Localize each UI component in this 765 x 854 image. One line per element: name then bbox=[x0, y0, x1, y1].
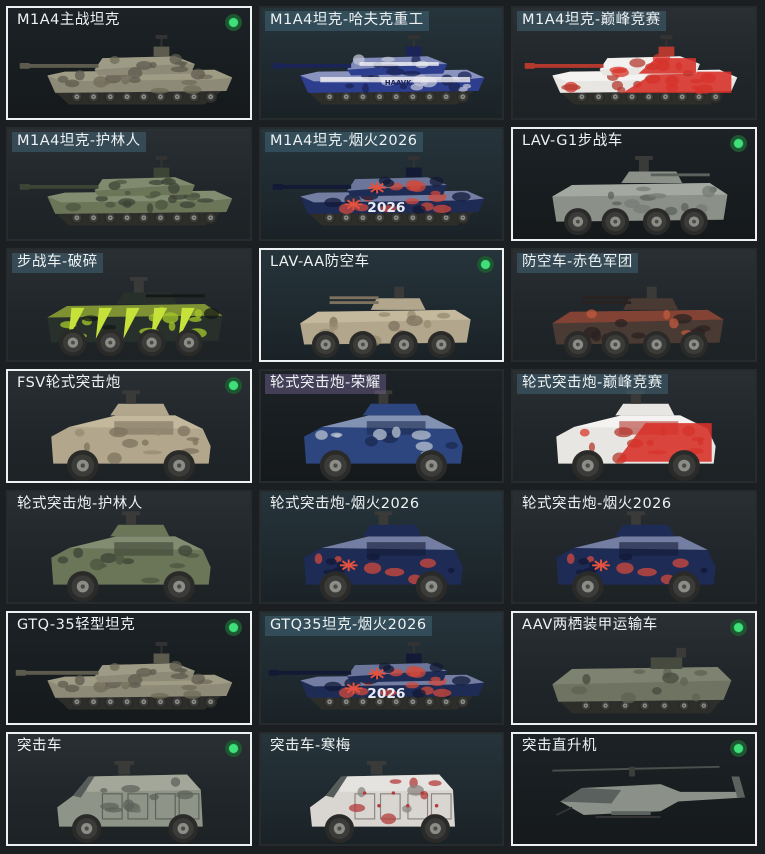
vehicle-name: M1A4主战坦克 bbox=[17, 12, 120, 28]
vehicle-name: M1A4坦克-巅峰竞赛 bbox=[517, 11, 666, 31]
owned-status-icon bbox=[730, 135, 747, 152]
vehicle-card[interactable]: 轮式突击炮-烟火2026 bbox=[259, 490, 504, 604]
vehicle-card[interactable]: 轮式突击炮-护林人 bbox=[6, 490, 252, 604]
vehicle-name: AAV两栖装甲运输车 bbox=[522, 617, 658, 633]
owned-status-icon bbox=[225, 619, 242, 636]
owned-status-icon bbox=[730, 740, 747, 757]
vehicle-card[interactable]: 2026 M1A4坦克-烟火2026 bbox=[259, 127, 504, 241]
vehicle-name: 轮式突击炮-荣耀 bbox=[265, 374, 386, 394]
vehicle-card[interactable]: M1A4坦克-巅峰竞赛 bbox=[511, 6, 757, 120]
vehicle-name: 轮式突击炮-烟火2026 bbox=[270, 496, 420, 512]
vehicle-card[interactable]: LAV-AA防空车 bbox=[259, 248, 504, 362]
vehicle-card[interactable]: 突击直升机 bbox=[511, 732, 757, 846]
vehicle-name: FSV轮式突击炮 bbox=[17, 375, 121, 391]
vehicle-name: 突击直升机 bbox=[522, 738, 597, 754]
vehicle-card[interactable]: 防空车-赤色军团 bbox=[511, 248, 757, 362]
vehicle-card[interactable]: 轮式突击炮-巅峰竞赛 bbox=[511, 369, 757, 483]
vehicle-card[interactable]: FSV轮式突击炮 bbox=[6, 369, 252, 483]
vehicle-card[interactable]: GTQ-35轻型坦克 bbox=[6, 611, 252, 725]
owned-status-icon bbox=[477, 256, 494, 273]
vehicle-name: LAV-G1步战车 bbox=[522, 133, 623, 149]
vehicle-name: GTQ35坦克-烟火2026 bbox=[265, 616, 432, 636]
vehicle-name: 轮式突击炮-巅峰竞赛 bbox=[517, 374, 668, 394]
vehicle-card[interactable]: M1A4坦克-护林人 bbox=[6, 127, 252, 241]
vehicle-card[interactable]: LAV-G1步战车 bbox=[511, 127, 757, 241]
vehicle-card[interactable]: 2026 GTQ35坦克-烟火2026 bbox=[259, 611, 504, 725]
vehicle-name: 步战车-破碎 bbox=[12, 253, 103, 273]
vehicle-name: M1A4坦克-护林人 bbox=[12, 132, 146, 152]
vehicle-name: 突击车 bbox=[17, 738, 62, 754]
vehicle-name: 轮式突击炮-烟火2026 bbox=[522, 496, 672, 512]
vehicle-card[interactable]: 轮式突击炮-荣耀 bbox=[259, 369, 504, 483]
owned-status-icon bbox=[730, 619, 747, 636]
owned-status-icon bbox=[225, 14, 242, 31]
vehicle-card[interactable]: 轮式突击炮-烟火2026 bbox=[511, 490, 757, 604]
vehicle-name: M1A4坦克-哈夫克重工 bbox=[265, 11, 429, 31]
vehicle-card[interactable]: AAV两栖装甲运输车 bbox=[511, 611, 757, 725]
owned-status-icon bbox=[225, 377, 242, 394]
vehicle-name: 突击车-寒梅 bbox=[270, 738, 351, 754]
vehicle-card[interactable]: 突击车 bbox=[6, 732, 252, 846]
owned-status-icon bbox=[225, 740, 242, 757]
vehicle-card[interactable]: 突击车-寒梅 bbox=[259, 732, 504, 846]
vehicle-card[interactable]: HAAVK M1A4坦克-哈夫克重工 bbox=[259, 6, 504, 120]
skin-brand-label: HAAVK bbox=[385, 79, 412, 87]
vehicle-name: GTQ-35轻型坦克 bbox=[17, 617, 136, 633]
vehicle-name: M1A4坦克-烟火2026 bbox=[265, 132, 423, 152]
vehicle-name: 防空车-赤色军团 bbox=[517, 253, 638, 273]
skin-number-label: 2026 bbox=[367, 200, 405, 216]
vehicle-card[interactable]: M1A4主战坦克 bbox=[6, 6, 252, 120]
vehicle-card[interactable]: 步战车-破碎 bbox=[6, 248, 252, 362]
skin-number-label: 2026 bbox=[367, 686, 405, 702]
vehicle-name: LAV-AA防空车 bbox=[270, 254, 370, 270]
vehicle-name: 轮式突击炮-护林人 bbox=[17, 496, 143, 512]
vehicle-grid: M1A4主战坦克 HAAVK M1A4坦克-哈夫克重工 M1A4坦克-巅峰竞赛 M1A4… bbox=[6, 6, 758, 850]
